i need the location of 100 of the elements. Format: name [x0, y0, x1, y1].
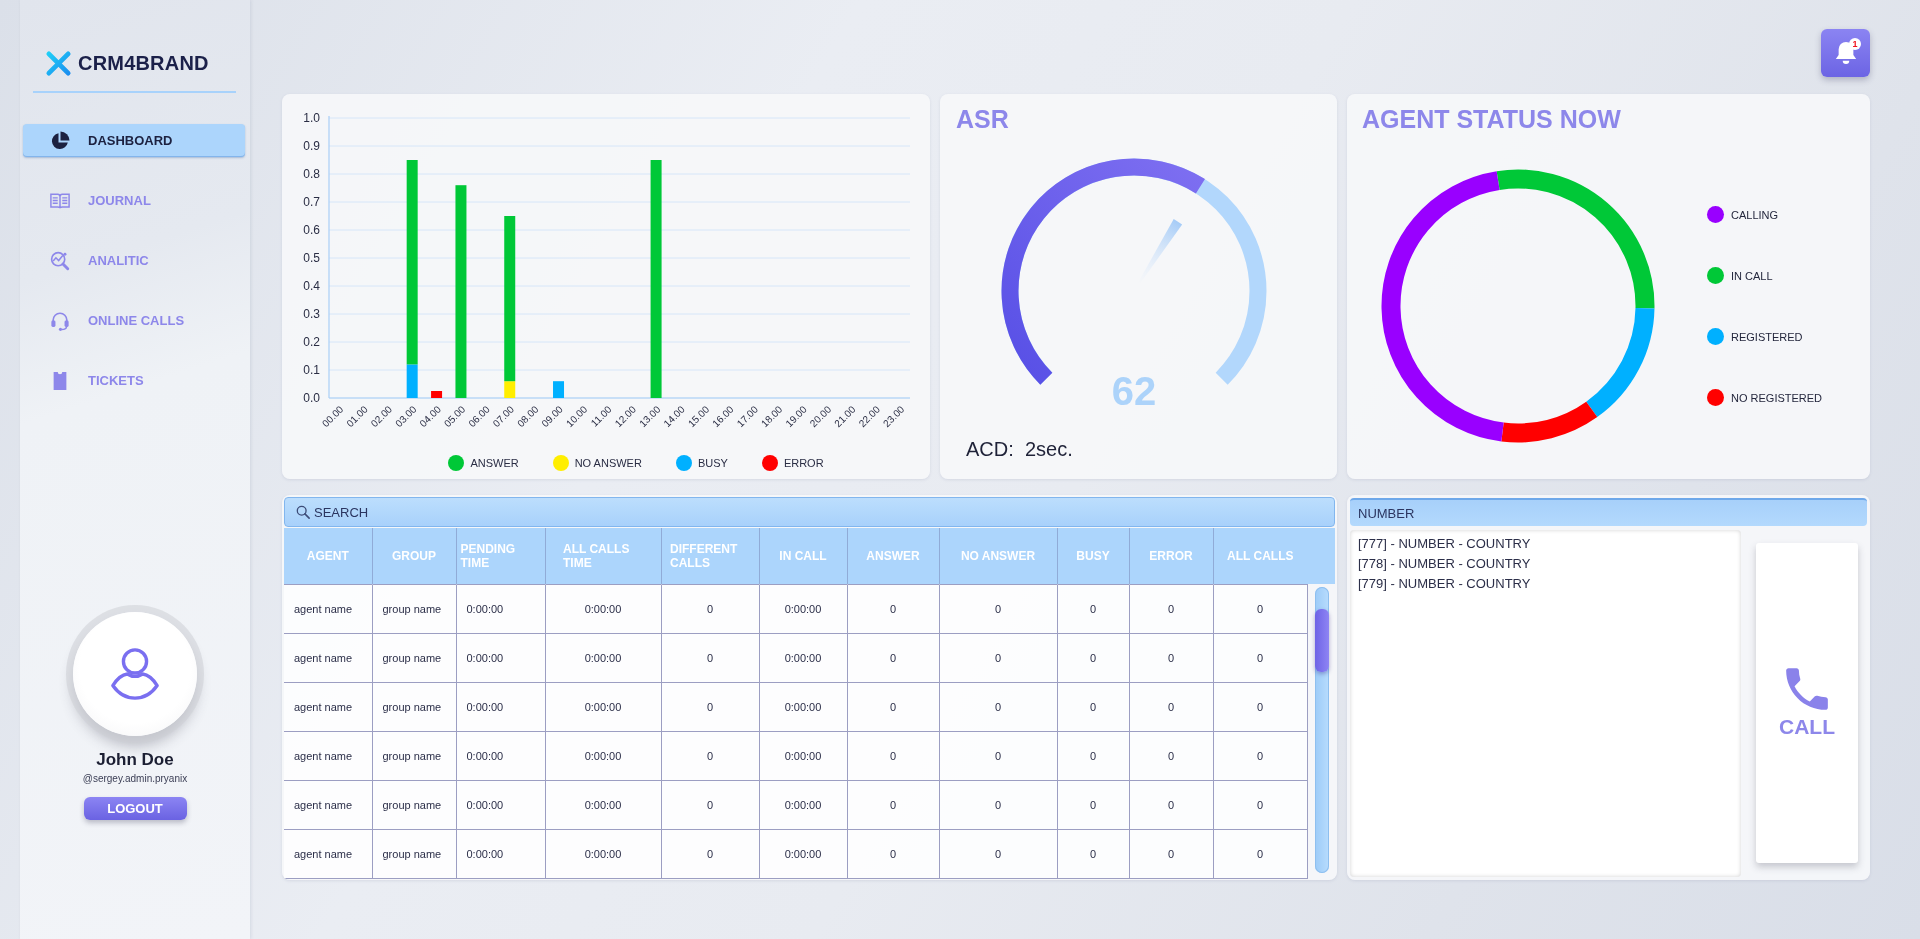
nav-item[interactable]: ONLINE CALLS	[23, 304, 245, 337]
y-tick-label: 0.8	[303, 167, 320, 181]
column-header: ERROR	[1129, 528, 1213, 584]
table-cell: agent name	[284, 584, 372, 633]
y-tick-label: 0.9	[303, 139, 320, 153]
phone-icon	[1785, 667, 1829, 711]
table-cell: 0:00:00	[759, 633, 847, 682]
user-name: John Doe	[96, 750, 174, 770]
column-header: PENDING TIME	[456, 528, 545, 584]
table-cell: 0:00:00	[456, 780, 545, 829]
table-cell: 0:00:00	[545, 780, 661, 829]
search-icon	[296, 505, 310, 519]
table-cell: 0:00:00	[759, 731, 847, 780]
table-cell: 0:00:00	[759, 780, 847, 829]
table-cell: 0	[1057, 584, 1129, 633]
column-header: IN CALL	[759, 528, 847, 584]
logout-button[interactable]: LOGOUT	[83, 797, 187, 820]
nav-item[interactable]: TICKETS	[23, 364, 245, 397]
acd-label: ACD: 2sec.	[966, 438, 1074, 461]
table-cell: group name	[372, 731, 456, 780]
table-cell: 0	[661, 682, 759, 731]
notification-button[interactable]: 1	[1821, 29, 1870, 77]
number-list-item[interactable]: [779] - NUMBER - COUNTRY	[1358, 574, 1733, 594]
pie-chart-icon	[50, 130, 70, 151]
table-cell: agent name	[284, 731, 372, 780]
y-tick-label: 0.3	[303, 307, 320, 321]
table-cell: 0:00:00	[545, 633, 661, 682]
column-header: ANSWER	[847, 528, 939, 584]
column-header: BUSY	[1057, 528, 1129, 584]
table-cell: 0	[1057, 829, 1129, 878]
table-cell: 0	[847, 829, 939, 878]
table-cell: 0	[661, 633, 759, 682]
scrollbar-thumb[interactable]	[1314, 609, 1329, 672]
table-cell: agent name	[284, 682, 372, 731]
table-cell: 0	[1129, 682, 1213, 731]
table-cell: group name	[372, 584, 456, 633]
table-cell: 0	[1129, 633, 1213, 682]
y-tick-label: 1.0	[303, 111, 320, 125]
table-cell: 0	[1057, 780, 1129, 829]
table-cell: 0	[939, 682, 1057, 731]
table-cell: group name	[372, 829, 456, 878]
table-cell: 0	[1213, 584, 1307, 633]
number-list-item[interactable]: [777] - NUMBER - COUNTRY	[1358, 534, 1733, 554]
table-cell: 0	[847, 633, 939, 682]
table-cell: 0	[847, 584, 939, 633]
table-cell: 0:00:00	[545, 584, 661, 633]
status-label: NO REGISTERED	[1731, 391, 1823, 404]
table-cell: 0	[939, 829, 1057, 878]
number-list-item[interactable]: [778] - NUMBER - COUNTRY	[1358, 554, 1733, 574]
search-field[interactable]: SEARCH	[284, 497, 1335, 527]
agent-status-title: AGENT STATUS NOW	[1362, 104, 1622, 134]
legend-label: BUSY	[697, 457, 728, 469]
user-handle: @sergey.admin.pryanix	[82, 773, 188, 784]
table-cell: 0:00:00	[759, 829, 847, 878]
table-cell: 0	[1213, 829, 1307, 878]
table-cell: agent name	[284, 780, 372, 829]
table-cell: 0	[1213, 682, 1307, 731]
table-cell: 0	[1213, 780, 1307, 829]
table-cell: 0:00:00	[456, 633, 545, 682]
table-cell: agent name	[284, 829, 372, 878]
table-cell: group name	[372, 780, 456, 829]
table-cell: 0	[661, 584, 759, 633]
table-cell: 0:00:00	[456, 731, 545, 780]
table-cell: 0	[661, 780, 759, 829]
table-cell: 0	[847, 682, 939, 731]
status-label: REGISTERED	[1731, 330, 1803, 343]
table-cell: 0:00:00	[759, 682, 847, 731]
y-tick-label: 0.4	[303, 279, 320, 293]
y-tick-label: 0.0	[303, 391, 320, 405]
number-header: NUMBER	[1350, 498, 1867, 526]
status-label: CALLING	[1731, 208, 1779, 221]
column-header: GROUP	[372, 528, 456, 584]
table-cell: 0	[1057, 682, 1129, 731]
table-cell: 0:00:00	[456, 584, 545, 633]
call-button[interactable]: CALL	[1756, 543, 1858, 863]
column-header: DIFFERENT CALLS	[661, 528, 759, 584]
notification-badge: 1	[1849, 38, 1861, 50]
table-cell: 0	[939, 780, 1057, 829]
table-cell: 0:00:00	[545, 731, 661, 780]
nav-item[interactable]: JOURNAL	[23, 184, 245, 217]
table-cell: 0	[1129, 780, 1213, 829]
table-cell: 0	[661, 829, 759, 878]
y-tick-label: 0.5	[303, 251, 320, 265]
table-cell: 0	[1057, 633, 1129, 682]
nav-item[interactable]: DASHBOARD	[23, 124, 245, 157]
y-tick-label: 0.7	[303, 195, 320, 209]
table-cell: 0:00:00	[545, 829, 661, 878]
table-cell: agent name	[284, 633, 372, 682]
table-cell: 0	[1129, 829, 1213, 878]
legend-label: ANSWER	[470, 457, 519, 469]
y-tick-label: 0.1	[303, 363, 320, 377]
y-tick-label: 0.2	[303, 335, 320, 349]
asr-value: 62	[1111, 369, 1157, 413]
nav-item[interactable]: ANALITIC	[23, 244, 245, 277]
table-cell: 0	[847, 731, 939, 780]
magnifier-graph-icon	[50, 250, 70, 271]
status-label: IN CALL	[1731, 269, 1773, 282]
table-cell: 0	[1057, 731, 1129, 780]
column-header: AGENT	[284, 528, 372, 584]
column-header: ALL CALLS	[1213, 528, 1335, 584]
